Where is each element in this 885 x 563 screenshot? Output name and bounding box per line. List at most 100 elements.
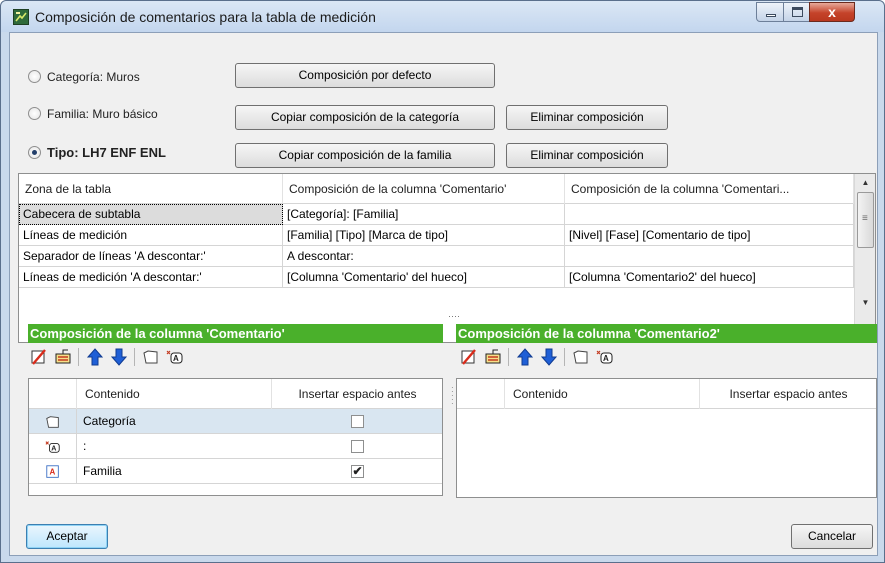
move-down-icon[interactable] (540, 348, 558, 366)
svg-text:A: A (51, 445, 56, 453)
text-tag-icon[interactable]: A (166, 348, 184, 366)
copy-family-composition-button[interactable]: Copiar composición de la familia (235, 143, 495, 168)
comment2-cell[interactable]: [Nivel] [Fase] [Comentario de tipo] (565, 225, 854, 246)
move-down-icon[interactable] (110, 348, 128, 366)
delete-icon[interactable] (30, 348, 48, 366)
comment-cell[interactable]: [Categoría]: [Familia] (283, 204, 565, 225)
parameter-icon: A (46, 465, 59, 478)
edit-icon[interactable] (484, 348, 502, 366)
dialog-window: Composición de comentarios para la tabla… (0, 0, 885, 563)
scrollbar-thumb[interactable] (857, 192, 874, 248)
title-bar[interactable]: Composición de comentarios para la tabla… (1, 1, 884, 32)
comment-panel-title: Composición de la columna 'Comentario' (28, 324, 443, 343)
zone-cell[interactable]: Separador de líneas 'A descontar:' (19, 246, 283, 267)
comment2-cell[interactable] (565, 204, 854, 225)
window-title: Composición de comentarios para la tabla… (35, 9, 376, 25)
table-row[interactable]: Líneas de medición 'A descontar:' [Colum… (19, 267, 854, 288)
list-item[interactable]: A : (29, 434, 442, 459)
option-category[interactable]: Categoría: Muros (28, 70, 140, 84)
list-item[interactable]: A Familia ✔ (29, 459, 442, 484)
table-row[interactable]: Cabecera de subtabla [Categoría]: [Famil… (19, 204, 854, 225)
dialog-body: Categoría: Muros Familia: Muro básico Ti… (9, 32, 878, 556)
list-item[interactable]: Categoría (29, 409, 442, 434)
table-row[interactable]: Separador de líneas 'A descontar:' A des… (19, 246, 854, 267)
column-header-zone[interactable]: Zona de la tabla (19, 174, 283, 204)
row-icon-cell: A (29, 434, 77, 459)
table-zones-scrollbar[interactable]: ▲ ▼ (854, 174, 875, 342)
edit-icon[interactable] (54, 348, 72, 366)
accept-button[interactable]: Aceptar (26, 524, 108, 549)
comment-panel-toolbar: A (28, 344, 443, 370)
column-header-comment2[interactable]: Composición de la columna 'Comentari... (565, 174, 854, 204)
table-row[interactable]: Líneas de medición [Familia] [Tipo] [Mar… (19, 225, 854, 246)
scroll-up-icon[interactable]: ▲ (855, 174, 875, 191)
comment-cell[interactable]: [Familia] [Tipo] [Marca de tipo] (283, 225, 565, 246)
svg-text:A: A (173, 354, 179, 363)
row-icon-cell: A (29, 459, 77, 484)
column-header-content[interactable]: Contenido (77, 379, 272, 409)
table-zones-header: Zona de la tabla Composición de la colum… (19, 174, 854, 204)
cancel-button[interactable]: Cancelar (791, 524, 873, 549)
toolbar-separator (564, 348, 565, 366)
toolbar-separator (78, 348, 79, 366)
family-label: Familia: Muro básico (47, 107, 158, 121)
maximize-button[interactable] (783, 2, 810, 22)
horizontal-splitter[interactable]: ···· (448, 312, 460, 321)
delete-icon[interactable] (460, 348, 478, 366)
move-up-icon[interactable] (86, 348, 104, 366)
table-zones-grid: Zona de la tabla Composición de la colum… (18, 173, 876, 343)
close-button[interactable]: x (809, 2, 855, 22)
column-header-insert-space[interactable]: Insertar espacio antes (700, 379, 876, 409)
text-tag-icon[interactable]: A (596, 348, 614, 366)
family-radio[interactable] (28, 107, 41, 120)
folder-icon (46, 416, 59, 428)
zone-cell[interactable]: Líneas de medición (19, 225, 283, 246)
copy-category-composition-button[interactable]: Copiar composición de la categoría (235, 105, 495, 130)
toolbar-separator (134, 348, 135, 366)
category-label: Categoría: Muros (47, 70, 140, 84)
comment-content-header: Contenido Insertar espacio antes (29, 379, 442, 409)
folder-icon[interactable] (142, 348, 160, 366)
default-composition-button[interactable]: Composición por defecto (235, 63, 495, 88)
zone-cell[interactable]: Líneas de medición 'A descontar:' (19, 267, 283, 288)
insert-space-checkbox[interactable]: ✔ (351, 465, 364, 478)
delete-family-composition-button[interactable]: Eliminar composición (506, 105, 668, 130)
content-text: Categoría (83, 414, 136, 428)
comment2-cell[interactable]: [Columna 'Comentario2' del hueco] (565, 267, 854, 288)
column-header-icon (457, 379, 505, 409)
category-radio[interactable] (28, 70, 41, 83)
comment-cell[interactable]: [Columna 'Comentario' del hueco] (283, 267, 565, 288)
type-label: Tipo: LH7 ENF ENL (47, 145, 166, 160)
svg-text:A: A (603, 354, 609, 363)
comment-cell[interactable]: A descontar: (283, 246, 565, 267)
minimize-icon (766, 14, 776, 17)
row-icon-cell (29, 409, 77, 434)
column-header-insert-space[interactable]: Insertar espacio antes (272, 379, 442, 409)
content-text: : (83, 439, 87, 453)
close-icon: x (828, 4, 836, 20)
app-icon (13, 9, 29, 25)
comment2-content-header: Contenido Insertar espacio antes (457, 379, 876, 409)
option-type[interactable]: Tipo: LH7 ENF ENL (28, 145, 166, 160)
comment2-content-grid: Contenido Insertar espacio antes (456, 378, 877, 498)
comment-content-grid: Contenido Insertar espacio antes Categor… (28, 378, 443, 496)
comment2-panel-title: Composición de la columna 'Comentario2' (456, 324, 877, 343)
minimize-button[interactable] (756, 2, 784, 22)
option-family[interactable]: Familia: Muro básico (28, 107, 158, 121)
type-radio[interactable] (28, 146, 41, 159)
column-header-content[interactable]: Contenido (505, 379, 700, 409)
vertical-splitter[interactable]: · · · · · (451, 384, 455, 408)
delete-type-composition-button[interactable]: Eliminar composición (506, 143, 668, 168)
scroll-down-icon[interactable]: ▼ (855, 294, 875, 311)
comment2-cell[interactable] (565, 246, 854, 267)
column-header-icon (29, 379, 77, 409)
maximize-icon (792, 7, 803, 17)
column-header-comment[interactable]: Composición de la columna 'Comentario' (283, 174, 565, 204)
move-up-icon[interactable] (516, 348, 534, 366)
insert-space-checkbox[interactable] (351, 415, 364, 428)
text-tag-icon: A (45, 441, 60, 453)
folder-icon[interactable] (572, 348, 590, 366)
insert-space-checkbox[interactable] (351, 440, 364, 453)
zone-cell[interactable]: Cabecera de subtabla (19, 204, 283, 225)
toolbar-separator (508, 348, 509, 366)
